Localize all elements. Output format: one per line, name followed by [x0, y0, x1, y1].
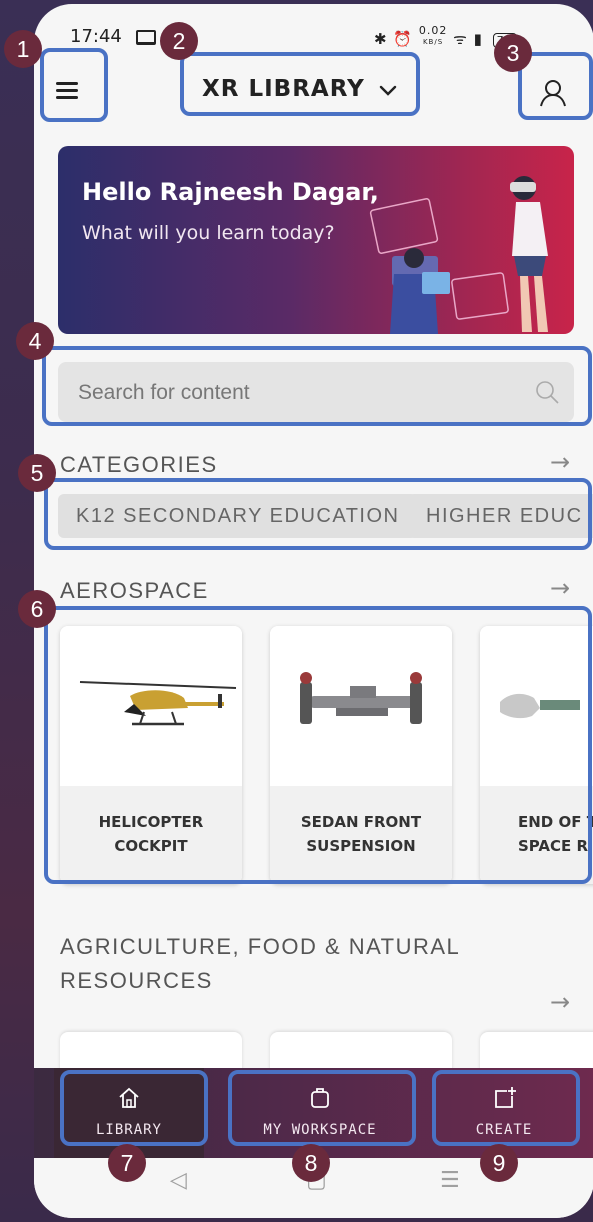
aerospace-title: AEROSPACE: [60, 578, 209, 603]
badge-1: 1: [4, 30, 42, 68]
back-icon[interactable]: ◁: [170, 1168, 187, 1193]
badge-2: 2: [160, 22, 198, 60]
callout-search: [42, 346, 592, 426]
aerospace-see-all-arrow-icon[interactable]: →: [550, 574, 570, 602]
callout-title: [180, 52, 420, 116]
signal-icon: ▮: [473, 30, 483, 48]
agriculture-card[interactable]: [480, 1032, 593, 1072]
badge-9: 9: [480, 1144, 518, 1182]
agriculture-card[interactable]: [60, 1032, 242, 1072]
alarm-icon: ⏰: [393, 30, 414, 48]
callout-create: [432, 1070, 580, 1146]
welcome-banner: Hello Rajneesh Dagar, What will you lear…: [58, 146, 574, 334]
badge-7: 7: [108, 1144, 146, 1182]
wifi-icon: ᯤ: [453, 30, 468, 48]
bluetooth-icon: ✱: [374, 30, 388, 48]
agriculture-card[interactable]: [270, 1032, 452, 1072]
agriculture-title: AGRICULTURE, FOOD & NATURAL RESOURCES: [60, 934, 460, 993]
badge-5: 5: [18, 454, 56, 492]
badge-8: 8: [292, 1144, 330, 1182]
callout-workspace: [228, 1070, 416, 1146]
callout-menu: [40, 48, 108, 122]
status-time: 17:44: [70, 26, 122, 47]
callout-aerospace: [44, 606, 592, 884]
network-speed-unit: KB/S: [422, 38, 444, 46]
laptop-icon: [136, 30, 156, 45]
categories-see-all-arrow-icon[interactable]: →: [550, 448, 570, 476]
network-speed: 0.02: [418, 24, 448, 37]
recents-icon[interactable]: ☰: [440, 1168, 460, 1193]
badge-3: 3: [494, 34, 532, 72]
callout-library: [60, 1070, 208, 1146]
agriculture-see-all-arrow-icon[interactable]: →: [550, 988, 570, 1016]
callout-categories: [44, 478, 592, 550]
banner-subtitle: What will you learn today?: [82, 222, 335, 244]
badge-4: 4: [16, 322, 54, 360]
categories-title: CATEGORIES: [60, 452, 218, 477]
badge-6: 6: [18, 590, 56, 628]
vr-illustration: [369, 176, 548, 334]
